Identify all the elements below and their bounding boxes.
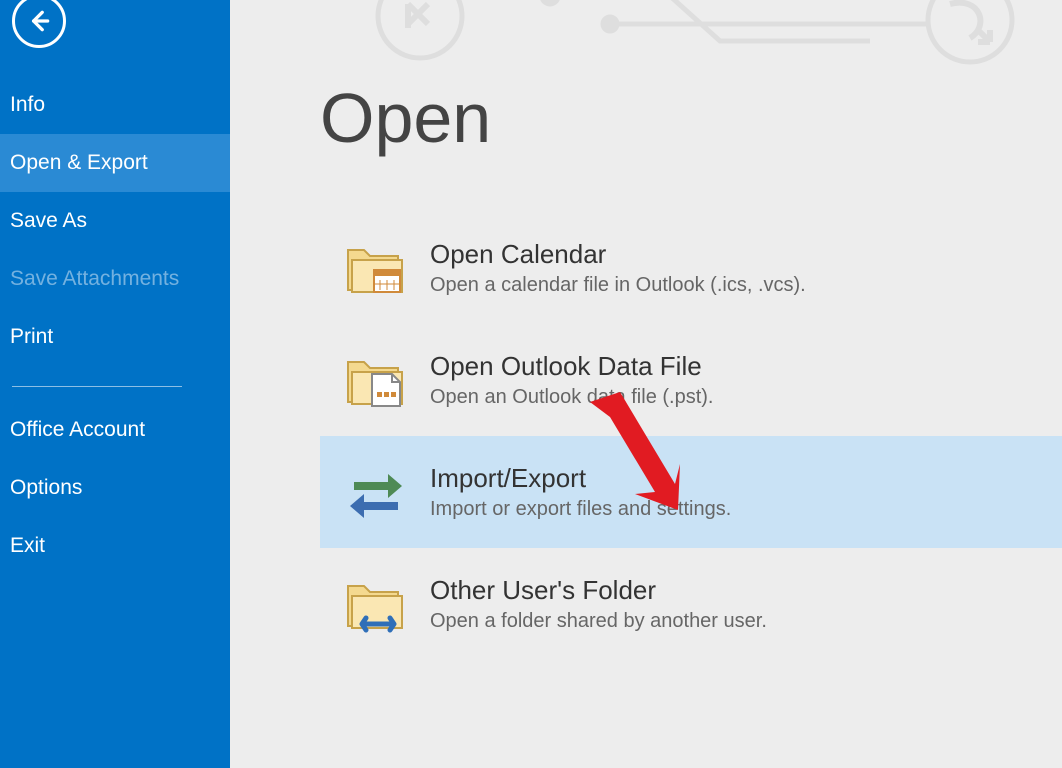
sidebar-item-info[interactable]: Info xyxy=(0,76,230,134)
tile-desc: Open a calendar file in Outlook (.ics, .… xyxy=(430,274,806,297)
tile-title: Open Calendar xyxy=(430,239,806,270)
tile-desc: Open a folder shared by another user. xyxy=(430,610,767,633)
sidebar-item-office-account[interactable]: Office Account xyxy=(0,401,230,459)
sidebar-item-save-attachments: Save Attachments xyxy=(0,250,230,308)
sidebar-item-open-export[interactable]: Open & Export xyxy=(0,134,230,192)
tile-import-export[interactable]: Import/Export Import or export files and… xyxy=(320,436,1062,548)
tile-desc: Import or export files and settings. xyxy=(430,498,731,521)
tile-title: Other User's Folder xyxy=(430,575,767,606)
tile-desc: Open an Outlook data file (.pst). xyxy=(430,386,714,409)
sidebar-item-exit[interactable]: Exit xyxy=(0,517,230,575)
sidebar-separator xyxy=(12,386,182,387)
calendar-folder-icon xyxy=(344,236,408,300)
tile-open-calendar[interactable]: Open Calendar Open a calendar file in Ou… xyxy=(320,212,1062,324)
import-export-arrows-icon xyxy=(344,460,408,524)
tile-open-data-file[interactable]: Open Outlook Data File Open an Outlook d… xyxy=(320,324,1062,436)
sidebar-item-save-as[interactable]: Save As xyxy=(0,192,230,250)
tile-title: Open Outlook Data File xyxy=(430,351,714,382)
shared-folder-icon xyxy=(344,572,408,636)
tile-other-users-folder[interactable]: Other User's Folder Open a folder shared… xyxy=(320,548,1062,660)
sidebar-item-options[interactable]: Options xyxy=(0,459,230,517)
arrow-left-icon xyxy=(26,8,52,34)
backstage-sidebar: Info Open & Export Save As Save Attachme… xyxy=(0,0,230,768)
main-content: Open Open Calendar Open a calendar file … xyxy=(230,0,1062,768)
tile-title: Import/Export xyxy=(430,463,731,494)
back-button[interactable] xyxy=(12,0,66,48)
page-title: Open xyxy=(320,78,1062,158)
data-file-folder-icon xyxy=(344,348,408,412)
sidebar-item-print[interactable]: Print xyxy=(0,308,230,366)
